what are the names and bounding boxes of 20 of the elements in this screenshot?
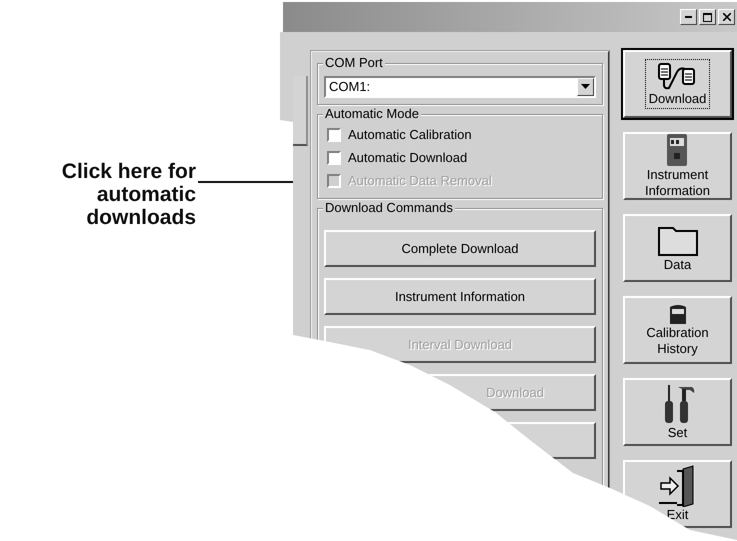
panel-edge	[293, 76, 308, 146]
sidebar-button[interactable]: Calibration History	[623, 296, 732, 364]
maximize-button[interactable]	[699, 9, 716, 25]
command-button[interactable]: Complete Download	[324, 230, 596, 267]
cable-icon	[657, 61, 698, 91]
maximize-icon[interactable]	[703, 12, 712, 22]
com-port-dropdown[interactable]: COM1:	[324, 76, 596, 98]
sidebar-button[interactable]: Set	[623, 378, 732, 446]
checkbox-label: Automatic Download	[348, 148, 468, 167]
minimize-button[interactable]	[680, 9, 697, 25]
command-button[interactable]: Instrument Information	[324, 278, 596, 315]
checkbox-label: Automatic Calibration	[348, 126, 472, 144]
close-button[interactable]	[718, 9, 735, 25]
checkbox[interactable]	[327, 128, 341, 142]
checkbox[interactable]	[327, 150, 341, 164]
sidebar-button[interactable]: Download	[623, 50, 732, 118]
sidebar-button[interactable]: Instrument Information	[623, 132, 732, 200]
close-icon[interactable]	[722, 13, 730, 21]
sidebar-button[interactable]: Data	[623, 214, 732, 282]
callout-text: Click here for automatic downloads	[60, 160, 196, 229]
